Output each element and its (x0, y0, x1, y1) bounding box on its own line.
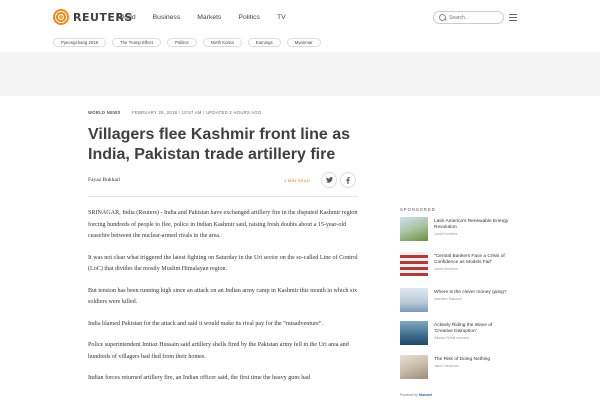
sponsored-item[interactable]: The Risk of Doing Nothing Janus Henderso… (400, 355, 510, 385)
search-box[interactable] (433, 11, 504, 24)
sponsored-source: Lazard Investors (434, 232, 458, 236)
site-header: REUTERS World Business Markets Politics … (0, 0, 600, 35)
tag-myanmar[interactable]: Myanmar (286, 38, 321, 47)
twitter-share-button[interactable] (321, 172, 337, 188)
nav-markets[interactable]: Markets (197, 14, 221, 21)
search-icon[interactable] (439, 13, 446, 22)
sponsored-source: Janus Henderson (434, 364, 459, 368)
nav-world[interactable]: World (118, 14, 136, 21)
sponsored-thumbnail[interactable] (400, 252, 428, 276)
sponsored-title[interactable]: Latin America's Renewable Energy Revolut… (434, 219, 512, 231)
main-nav: World Business Markets Politics TV (118, 14, 303, 21)
reuters-logo-icon (53, 9, 69, 25)
timestamp: FEBRUARY 25, 2018 / 10:57 AM / UPDATED 2… (132, 110, 262, 115)
nav-politics[interactable]: Politics (238, 14, 260, 21)
menu-icon[interactable] (509, 14, 517, 21)
byline-divider (88, 196, 358, 197)
sponsored-item[interactable]: Where is the clever money going? Aberdee… (400, 288, 510, 318)
sponsored-thumbnail[interactable] (400, 355, 428, 379)
sponsored-item[interactable]: Latin America's Renewable Energy Revolut… (400, 217, 510, 247)
byline: Fayaz Bukhari 3 MIN READ (88, 172, 358, 190)
facebook-icon (346, 176, 350, 184)
section-label[interactable]: WORLD NEWS (88, 110, 121, 115)
ad-banner (0, 52, 600, 96)
tag-pyeongchang[interactable]: Pyeongchang 2018 (53, 38, 107, 47)
sponsored-title[interactable]: Actively Riding the Wave of 'Creative Di… (434, 323, 512, 335)
powered-by[interactable]: Powered by Dianomi (400, 393, 432, 397)
sponsored-thumbnail[interactable] (400, 288, 428, 312)
nav-business[interactable]: Business (153, 14, 181, 21)
tag-north-korea[interactable]: North Korea (202, 38, 242, 47)
powered-by-label: Powered by (400, 393, 418, 397)
nav-tv[interactable]: TV (277, 14, 286, 21)
tag-politics[interactable]: Politics (166, 38, 197, 47)
sponsored-title[interactable]: "Central Bankers Face a Crisis of Confid… (434, 254, 512, 266)
twitter-icon (325, 177, 333, 183)
sponsored-item[interactable]: "Central Bankers Face a Crisis of Confid… (400, 252, 510, 282)
search-input[interactable] (449, 14, 503, 21)
author-name[interactable]: Fayaz Bukhari (88, 177, 120, 183)
sponsored-heading: SPONSORED (400, 207, 436, 212)
sponsored-thumbnail[interactable] (400, 217, 428, 241)
facebook-share-button[interactable] (340, 172, 356, 188)
sponsored-source: Alliance Global Investors (434, 336, 470, 340)
article-body: SRINAGAR, India (Reuters) - India and Pa… (88, 208, 360, 395)
paragraph: It was not clear what triggered the late… (88, 254, 358, 273)
sponsored-thumbnail[interactable] (400, 321, 428, 345)
dianomi-logo: Dianomi (418, 393, 433, 397)
tag-trump-effect[interactable]: The Trump Effect (112, 38, 161, 47)
paragraph: Indian forces returned artillery fire, a… (88, 375, 311, 381)
paragraph: India blamed Pakistan for the attack and… (88, 320, 324, 327)
paragraph: SRINAGAR, India (Reuters) - India and Pa… (88, 210, 358, 239)
read-time: 3 MIN READ (284, 178, 310, 183)
article-meta: WORLD NEWS FEBRUARY 25, 2018 / 10:57 AM … (88, 110, 262, 115)
paragraph: But tension has been running high since … (88, 287, 358, 306)
sponsored-source: Lazard Investors (434, 267, 458, 271)
trending-tags: Pyeongchang 2018 The Trump Effect Politi… (53, 38, 321, 47)
sponsored-title[interactable]: The Risk of Doing Nothing (434, 357, 512, 363)
sponsored-item[interactable]: Actively Riding the Wave of 'Creative Di… (400, 321, 510, 351)
article-headline: Villagers flee Kashmir front line as Ind… (88, 126, 351, 163)
sponsored-title[interactable]: Where is the clever money going? (434, 290, 512, 296)
paragraph: Police superintendent Imtiaz Hussain sai… (88, 342, 349, 360)
tag-earnings[interactable]: Earnings (247, 38, 281, 47)
sponsored-source: Aberdeen Standard (434, 297, 462, 301)
